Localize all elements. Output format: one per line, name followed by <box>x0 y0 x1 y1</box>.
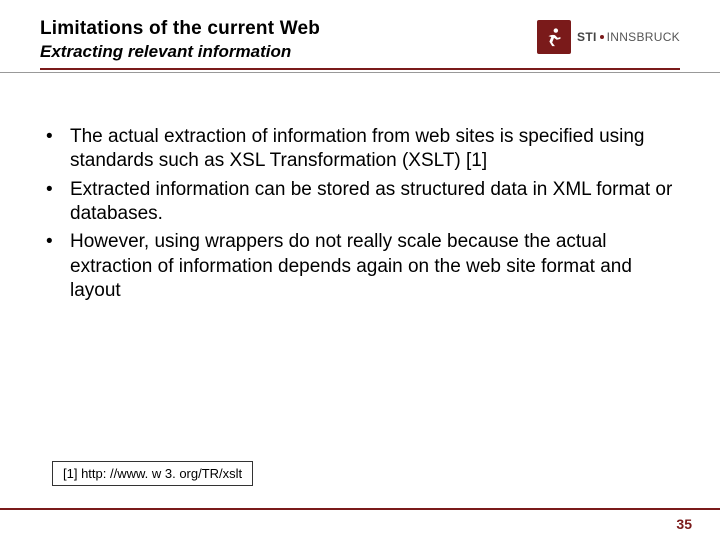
footer-divider <box>0 508 720 510</box>
footnote-box: [1] http: //www. w 3. org/TR/xslt <box>52 461 253 486</box>
bullet-list: The actual extraction of information fro… <box>40 125 680 303</box>
header: Limitations of the current Web Extractin… <box>0 0 720 62</box>
title-row: Limitations of the current Web Extractin… <box>40 18 680 62</box>
list-item: The actual extraction of information fro… <box>40 125 680 174</box>
logo-text: STI INNSBRUCK <box>577 30 680 44</box>
logo: STI INNSBRUCK <box>537 20 680 54</box>
logo-text-secondary: INNSBRUCK <box>607 30 680 44</box>
slide: Limitations of the current Web Extractin… <box>0 0 720 540</box>
footnote-text: [1] http: //www. w 3. org/TR/xslt <box>52 461 253 486</box>
person-run-icon <box>543 26 565 48</box>
slide-subtitle: Extracting relevant information <box>40 42 537 62</box>
list-item: However, using wrappers do not really sc… <box>40 230 680 303</box>
logo-square-icon <box>537 20 571 54</box>
titles-block: Limitations of the current Web Extractin… <box>40 18 537 62</box>
list-item: Extracted information can be stored as s… <box>40 178 680 227</box>
slide-title: Limitations of the current Web <box>40 18 537 40</box>
logo-text-primary: STI <box>577 30 597 44</box>
body: The actual extraction of information fro… <box>0 73 720 303</box>
logo-dot-icon <box>600 35 604 39</box>
title-underline <box>40 68 680 70</box>
page-number: 35 <box>676 516 692 532</box>
